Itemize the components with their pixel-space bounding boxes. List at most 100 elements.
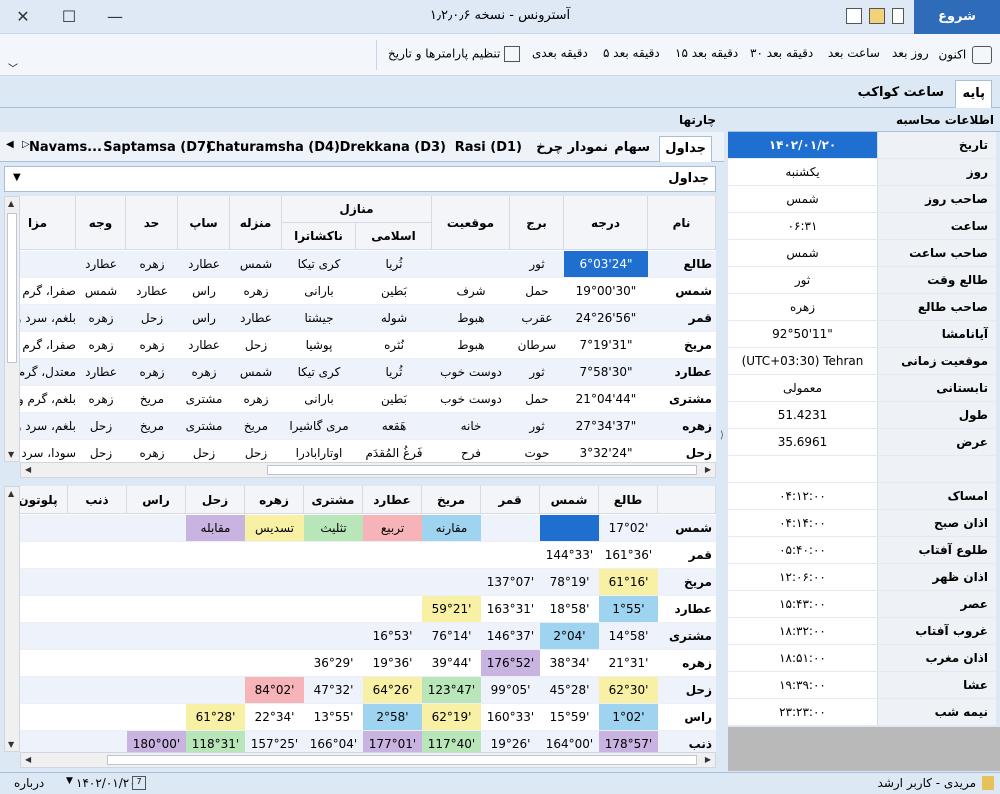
tab-start[interactable]: شروع: [914, 0, 1000, 34]
table-row[interactable]: ذنب 178°57' 164°00' 19°26' 117°40' 177°01' 166…: [20, 731, 716, 752]
minimize-button[interactable]: —: [92, 4, 138, 30]
col-header-manazil[interactable]: منازل: [282, 196, 432, 223]
calc-row[interactable]: ۱۸:۵۱:۰۰ اذان مغرب: [728, 645, 996, 672]
tab-planet-hours[interactable]: ساعت کواکب: [852, 80, 950, 108]
table-row[interactable]: مشتری 21°04'44" حمل دوست خوب بَطین بارانی زهره…: [20, 386, 716, 413]
table-row[interactable]: مشتری 14°58' 2°04' 146°37' 76°14' 16°53': [20, 623, 716, 650]
col-header-name[interactable]: نام: [648, 196, 716, 250]
calc-row[interactable]: شمس صاحب ساعت: [728, 240, 996, 267]
calc-row[interactable]: 51.4231 طول: [728, 402, 996, 429]
calc-row[interactable]: ۰۵:۴۰:۰۰ طلوع آفتاب: [728, 537, 996, 564]
aspect-col-header[interactable]: زحل: [186, 486, 245, 514]
col-header-had[interactable]: حد: [126, 196, 178, 250]
table-row[interactable]: زحل 3°32'24" حوت فرح فَرغُ المُقدَم اوتاراباد…: [20, 440, 716, 462]
aspect-col-header[interactable]: مریخ: [422, 486, 481, 514]
calc-row[interactable]: ثور طالع وقت: [728, 267, 996, 294]
calc-row[interactable]: ۰۶:۳۱ ساعت: [728, 213, 996, 240]
calc-row[interactable]: ۱۵:۴۳:۰۰ عصر: [728, 591, 996, 618]
calc-row[interactable]: [728, 456, 996, 483]
planets-table-hscroll[interactable]: ◀ ▶: [20, 462, 716, 478]
30-min-button[interactable]: ۳۰ دقیقه بعد: [750, 46, 813, 60]
tab-shares[interactable]: سهام: [614, 136, 650, 162]
calendar-icon[interactable]: 7: [132, 776, 146, 790]
table-row[interactable]: عطارد 1°55' 18°58' 163°31' 59°21': [20, 596, 716, 623]
about-link[interactable]: درباره: [14, 776, 44, 790]
calc-row[interactable]: (UTC+03:30) Tehran موقعیت زمانی: [728, 348, 996, 375]
col-header-mezaj[interactable]: مزا: [20, 196, 76, 250]
about-dropdown-icon[interactable]: ▼: [66, 776, 73, 786]
calc-row[interactable]: 35.6961 عرض: [728, 429, 996, 456]
table-row[interactable]: زهره 21°31' 38°34' 176°52' 39°44' 19°36' 36°29…: [20, 650, 716, 677]
col-header-nakshatra[interactable]: ناکشاترا: [282, 223, 356, 250]
calc-row[interactable]: یکشنبه روز: [728, 159, 996, 186]
tab-base[interactable]: پایه: [955, 80, 992, 108]
tab-scroll-left-icon[interactable]: ◀: [6, 139, 14, 150]
tab-drekkana[interactable]: Drekkana (D3): [340, 136, 446, 162]
set-params-button[interactable]: تنظیم پارامترها و تاریخ: [388, 46, 521, 62]
aspect-col-header[interactable]: ذنب: [68, 486, 127, 514]
col-header-position[interactable]: موقعیت: [432, 196, 510, 250]
aspect-col-header[interactable]: مشتری: [304, 486, 363, 514]
ribbon-collapse-icon[interactable]: ﹀: [8, 60, 18, 75]
next-hour-button[interactable]: ساعت بعد: [828, 46, 880, 60]
aspect-col-header[interactable]: طالع: [599, 486, 658, 514]
table-row[interactable]: مریخ 61°16' 78°19' 137°07': [20, 569, 716, 596]
new-file-icon[interactable]: [892, 8, 904, 24]
aspect-col-header[interactable]: پلوتون: [20, 486, 68, 514]
5-min-button[interactable]: ۵ دقیقه بعد: [603, 46, 660, 60]
col-header-islamic[interactable]: اسلامی: [356, 223, 432, 250]
tab-saptamsa[interactable]: Saptamsa (D7): [103, 136, 212, 162]
next-minute-button[interactable]: دقیقه بعدی: [532, 46, 588, 60]
table-row[interactable]: راس 1°02' 15°59' 160°33' 62°19' 2°58' 13°55' 22…: [20, 704, 716, 731]
table-row[interactable]: طالع 6°03'24" ثور ثُریا کری تیکا شمس عطارد زهره…: [20, 251, 716, 278]
splitter-handle[interactable]: ⟩: [720, 430, 724, 441]
col-header-sap[interactable]: ساپ: [178, 196, 230, 250]
close-button[interactable]: ✕: [0, 4, 46, 30]
col-header-vajh[interactable]: وجه: [76, 196, 126, 250]
table-row[interactable]: عطارد 7°58'30" ثور دوست خوب ثُریا کری تیکا شمس…: [20, 359, 716, 386]
tab-chaturamsha[interactable]: Chaturamsha (D4): [206, 136, 340, 162]
15-min-button[interactable]: ۱۵ دقیقه بعد: [675, 46, 738, 60]
tab-rasi[interactable]: Rasi (D1): [455, 136, 522, 162]
calc-row[interactable]: شمس صاحب روز: [728, 186, 996, 213]
table-row[interactable]: شمس 19°00'30" حمل شرف بَطین بارانی زهره راس عطار…: [20, 278, 716, 305]
calc-row[interactable]: ۱۴۰۲/۰۱/۲۰ تاریخ: [728, 132, 996, 159]
aspect-col-header[interactable]: راس: [127, 486, 186, 514]
aspect-col-header[interactable]: عطارد: [363, 486, 422, 514]
aspect-col-header[interactable]: قمر: [481, 486, 540, 514]
aspects-table-vscroll[interactable]: ▲ ▼: [4, 486, 20, 752]
chart-type-select[interactable]: جداول ▼: [4, 166, 716, 192]
calc-row[interactable]: ۲۳:۲۳:۰۰ نیمه شب: [728, 699, 996, 726]
table-row[interactable]: قمر 161°36' 144°33': [20, 542, 716, 569]
calc-row[interactable]: معمولی تابستانی: [728, 375, 996, 402]
open-folder-icon[interactable]: [869, 8, 885, 24]
table-row[interactable]: قمر 24°26'56" عقرب هبوط شوله جیشتا عطارد راس زحل…: [20, 305, 716, 332]
aspect-col-header[interactable]: زهره: [245, 486, 304, 514]
tab-wheel-chart[interactable]: نمودار چرخ: [536, 136, 608, 162]
col-header-manzele[interactable]: منزله: [230, 196, 282, 250]
calc-info-header: اطلاعات محاسبه: [728, 110, 1000, 132]
table-row[interactable]: شمس 17°02' مقارنه تربیع تثلیث تسدیس مقابله: [20, 515, 716, 542]
tab-tables[interactable]: جداول: [659, 136, 712, 162]
calc-row[interactable]: ۱۸:۳۲:۰۰ غروب آفتاب: [728, 618, 996, 645]
calc-row[interactable]: ۰۴:۱۲:۰۰ امساک: [728, 483, 996, 510]
aspects-table-hscroll[interactable]: ◀ ▶: [20, 752, 716, 768]
calc-row[interactable]: 92°50'11" آیانامشا: [728, 321, 996, 348]
planets-table-vscroll[interactable]: ▲ ▼: [4, 196, 20, 462]
col-header-sign[interactable]: برج: [510, 196, 564, 250]
aspect-col-header[interactable]: شمس: [540, 486, 599, 514]
tab-navamsa[interactable]: Navams...: [29, 136, 102, 162]
save-icon[interactable]: [846, 8, 862, 24]
table-row[interactable]: زهره 27°34'37" ثور خانه هَقعه مری گاشیرا مریخ م…: [20, 413, 716, 440]
calc-row[interactable]: ۱۲:۰۶:۰۰ اذان ظهر: [728, 564, 996, 591]
calc-row[interactable]: زهره صاحب طالع: [728, 294, 996, 321]
calc-row[interactable]: ۱۹:۳۹:۰۰ عشا: [728, 672, 996, 699]
table-row[interactable]: زحل 62°30' 45°28' 99°05' 123°47' 64°26' 47°32'…: [20, 677, 716, 704]
calc-row[interactable]: ۰۴:۱۴:۰۰ اذان صبح: [728, 510, 996, 537]
now-button[interactable]: اکنون: [938, 46, 992, 64]
aspect-cell: 146°37': [486, 629, 535, 643]
table-row[interactable]: مریخ 7°19'31" سرطان هبوط نُثره پوشیا زحل عطارد ز…: [20, 332, 716, 359]
next-day-button[interactable]: روز بعد: [892, 46, 929, 60]
col-header-degree[interactable]: درجه: [564, 196, 648, 250]
maximize-button[interactable]: ☐: [46, 4, 92, 30]
